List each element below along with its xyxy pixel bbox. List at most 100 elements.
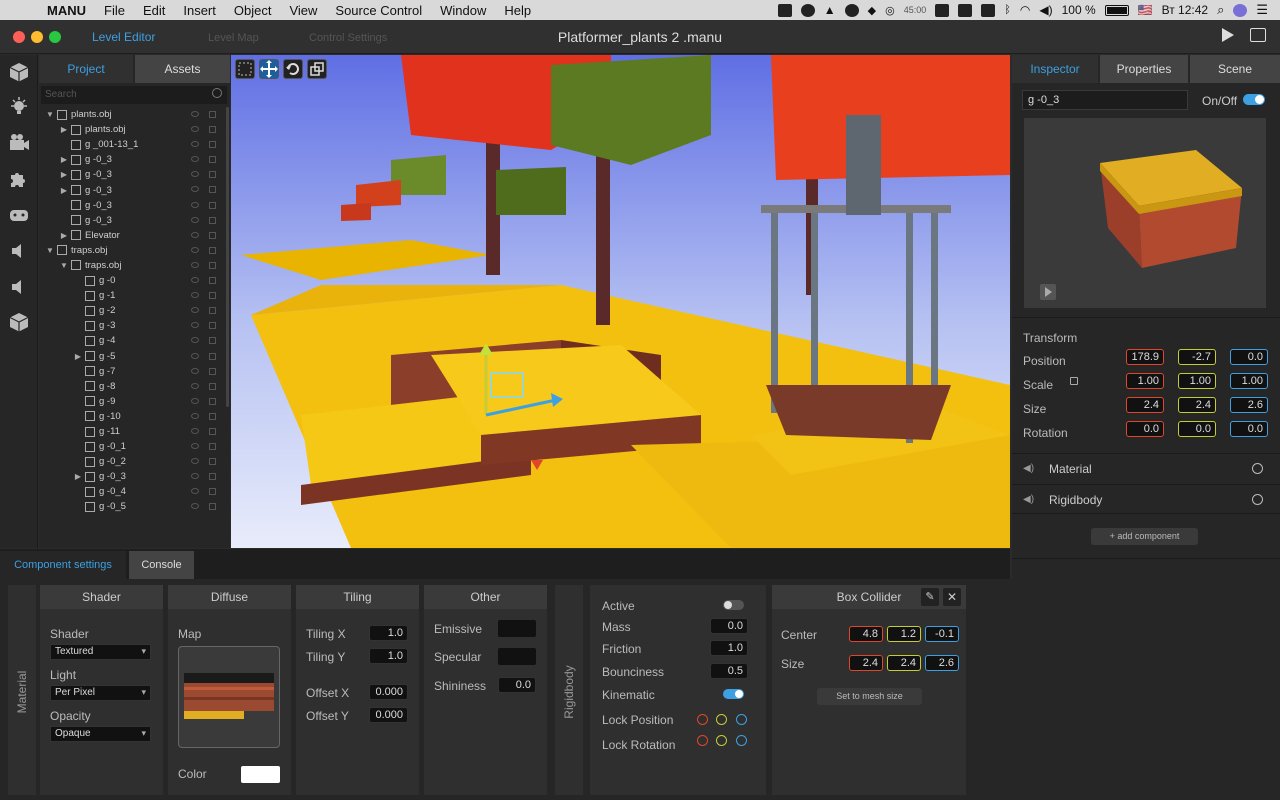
package-icon[interactable] (6, 309, 32, 335)
lock-icon[interactable] (209, 443, 216, 451)
chevron-right-icon[interactable]: ▶ (59, 155, 69, 164)
emissive-swatch[interactable] (498, 620, 536, 637)
lock-icon[interactable] (209, 352, 216, 360)
size-z-field[interactable]: 2.6 (1230, 397, 1268, 413)
lock-icon[interactable] (209, 126, 216, 134)
wifi-icon[interactable]: ◠ (1020, 3, 1030, 17)
center-z-field[interactable]: -0.1 (925, 626, 959, 642)
menu-edit[interactable]: Edit (134, 3, 174, 18)
eye-icon[interactable] (191, 292, 199, 299)
active-toggle[interactable] (723, 600, 744, 610)
tab-component-settings[interactable]: Component settings (0, 551, 126, 579)
eye-icon[interactable] (191, 443, 199, 450)
tree-item[interactable]: g -10 (39, 409, 224, 424)
texture-map-slot[interactable] (178, 646, 280, 748)
component-toggle-icon[interactable] (1252, 463, 1263, 474)
scale-y-field[interactable]: 1.00 (1178, 373, 1216, 389)
eye-icon[interactable] (191, 216, 199, 223)
lock-icon[interactable] (209, 216, 216, 224)
flag-icon[interactable]: 🇺🇸 (1138, 3, 1153, 17)
tree-item[interactable]: g -4 (39, 333, 224, 348)
lock-icon[interactable] (209, 337, 216, 345)
lock-position-x-toggle[interactable] (697, 714, 708, 725)
tiling-x-field[interactable]: 1.0 (369, 625, 408, 641)
chevron-right-icon[interactable]: ▶ (59, 125, 69, 134)
eye-icon[interactable] (191, 473, 199, 480)
menu-object[interactable]: Object (225, 3, 281, 18)
lock-icon[interactable] (209, 322, 216, 330)
tree-item[interactable]: ▶ g -0_3 (39, 469, 224, 484)
tray-status-icon[interactable] (844, 3, 859, 17)
eye-icon[interactable] (191, 488, 199, 495)
lock-icon[interactable] (1070, 377, 1078, 385)
drive-icon[interactable] (958, 3, 973, 17)
rotation-z-field[interactable]: 0.0 (1230, 421, 1268, 437)
eye-icon[interactable] (191, 126, 199, 133)
menu-help[interactable]: Help (495, 3, 540, 18)
timer-icon[interactable]: ◎ (885, 4, 895, 17)
onoff-toggle[interactable] (1243, 94, 1265, 105)
tree-item[interactable]: ▼ plants.obj (39, 107, 224, 122)
finder-icon[interactable] (981, 3, 996, 17)
offset-y-field[interactable]: 0.000 (369, 707, 408, 723)
size-x-field[interactable]: 2.4 (1126, 397, 1164, 413)
spotlight-icon[interactable]: ⌕ (1217, 2, 1224, 18)
tree-item[interactable]: g -2 (39, 303, 224, 318)
select-tool-button[interactable] (235, 59, 255, 79)
play-icon[interactable] (1222, 28, 1234, 42)
chevron-down-icon[interactable]: ▼ (45, 246, 55, 255)
eye-icon[interactable] (191, 337, 199, 344)
menu-insert[interactable]: Insert (174, 3, 225, 18)
volume-icon[interactable]: ◀) (1039, 3, 1052, 17)
lock-position-z-toggle[interactable] (736, 714, 747, 725)
shininess-field[interactable]: 0.0 (498, 677, 536, 693)
eye-icon[interactable] (191, 382, 199, 389)
eye-icon[interactable] (191, 322, 199, 329)
rotation-y-field[interactable]: 0.0 (1178, 421, 1216, 437)
eye-icon[interactable] (191, 397, 199, 404)
lock-icon[interactable] (209, 186, 216, 194)
collider-size-x-field[interactable]: 2.4 (849, 655, 883, 671)
eye-icon[interactable] (191, 261, 199, 268)
search-icon[interactable] (212, 88, 222, 98)
lock-icon[interactable] (209, 307, 216, 315)
set-mesh-size-button[interactable]: Set to mesh size (817, 688, 922, 705)
add-component-button[interactable]: + add component (1091, 528, 1198, 545)
eye-icon[interactable] (191, 231, 199, 238)
lock-icon[interactable] (209, 412, 216, 420)
tree-item[interactable]: g -1 (39, 288, 224, 303)
chevron-down-icon[interactable]: ▼ (45, 110, 55, 119)
kinematic-toggle[interactable] (723, 689, 744, 699)
chevron-right-icon[interactable]: ▶ (73, 352, 83, 361)
tree-item[interactable]: ▶ g -5 (39, 349, 224, 364)
tray-app-icon[interactable] (777, 3, 792, 17)
scale-tool-button[interactable] (307, 59, 327, 79)
lock-icon[interactable] (209, 111, 216, 118)
tree-item[interactable]: g -0_5 (39, 499, 224, 514)
tree-item[interactable]: g -0_1 (39, 439, 224, 454)
menu-app-name[interactable]: MANU (38, 3, 95, 18)
lock-position-y-toggle[interactable] (716, 714, 727, 725)
eye-icon[interactable] (191, 186, 199, 193)
lock-icon[interactable] (209, 261, 216, 269)
eye-icon[interactable] (191, 141, 199, 148)
tab-scene[interactable]: Scene (1190, 55, 1280, 83)
component-toggle-icon[interactable] (1252, 494, 1263, 505)
chevron-right-icon[interactable]: ▶ (73, 472, 83, 481)
tree-item[interactable]: g -0_2 (39, 454, 224, 469)
gamepad-icon[interactable] (6, 202, 32, 228)
tree-item[interactable]: g -8 (39, 379, 224, 394)
mass-field[interactable]: 0.0 (710, 618, 748, 634)
warning-icon[interactable]: ▲ (824, 3, 836, 17)
speaker-2-icon[interactable] (6, 274, 32, 300)
eye-icon[interactable] (191, 352, 199, 359)
eye-icon[interactable] (191, 156, 199, 163)
tree-item[interactable]: g -11 (39, 424, 224, 439)
lock-icon[interactable] (209, 292, 216, 300)
menu-window[interactable]: Window (431, 3, 495, 18)
tab-inspector[interactable]: Inspector (1012, 55, 1098, 83)
scene-viewport[interactable] (231, 55, 1010, 548)
eye-icon[interactable] (191, 367, 199, 374)
lock-icon[interactable] (209, 156, 216, 164)
cube-icon[interactable] (6, 59, 32, 85)
